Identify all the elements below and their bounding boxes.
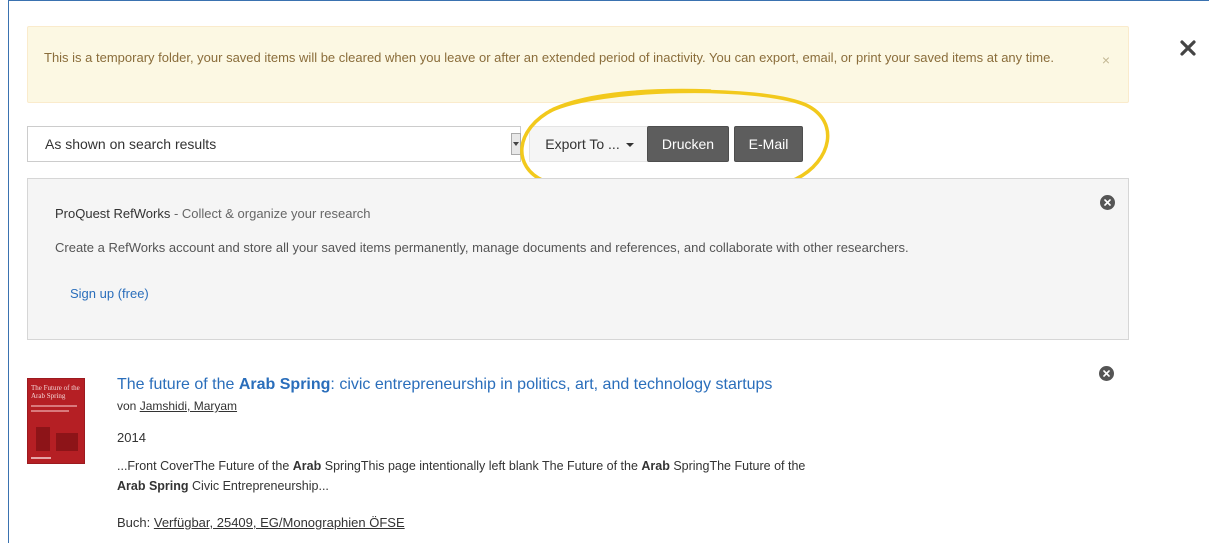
result-title-start: The future of the bbox=[117, 376, 239, 393]
result-availability: Buch: Verfügbar, 25409, EG/Monographien … bbox=[117, 515, 405, 530]
close-icon bbox=[1180, 40, 1196, 56]
refworks-brand: ProQuest RefWorks bbox=[55, 206, 171, 221]
email-button[interactable]: E-Mail bbox=[734, 126, 803, 162]
book-cover-thumbnail[interactable]: The Future of the Arab Spring bbox=[27, 378, 85, 464]
caret-down-icon bbox=[625, 142, 634, 147]
refworks-description: Create a RefWorks account and store all … bbox=[55, 240, 909, 255]
availability-link[interactable]: Verfügbar, 25409, EG/Monographien ÖFSE bbox=[154, 515, 405, 530]
refworks-promo-panel: ProQuest RefWorks - Collect & organize y… bbox=[27, 178, 1129, 340]
refworks-close-button[interactable] bbox=[1100, 195, 1115, 210]
notice-dismiss-button[interactable]: × bbox=[1102, 49, 1110, 71]
citation-format-value: As shown on search results bbox=[45, 136, 217, 152]
refworks-heading: ProQuest RefWorks - Collect & organize y… bbox=[55, 206, 371, 221]
notice-text: This is a temporary folder, your saved i… bbox=[44, 50, 1054, 65]
author-prefix: von bbox=[117, 399, 140, 413]
refworks-tagline: - Collect & organize your research bbox=[170, 206, 371, 221]
modal-close-button[interactable] bbox=[1171, 31, 1205, 65]
snippet-highlight: Arab bbox=[641, 459, 670, 473]
result-title-link[interactable]: The future of the Arab Spring: civic ent… bbox=[117, 376, 772, 394]
circle-close-icon bbox=[1104, 199, 1111, 206]
result-title-highlight: Arab Spring bbox=[238, 376, 331, 393]
author-link[interactable]: Jamshidi, Maryam bbox=[140, 399, 237, 413]
result-title-end: : civic entrepreneurship in politics, ar… bbox=[330, 376, 773, 393]
result-author: von Jamshidi, Maryam bbox=[117, 399, 237, 413]
availability-prefix: Buch: bbox=[117, 515, 154, 530]
export-to-button[interactable]: Export To ... bbox=[529, 126, 650, 162]
remove-item-button[interactable] bbox=[1099, 366, 1114, 381]
snippet-text: ...Front CoverThe Future of the bbox=[117, 459, 293, 473]
book-cover-text: The Future of the Arab Spring bbox=[31, 384, 80, 400]
saved-items-modal: This is a temporary folder, your saved i… bbox=[8, 0, 1209, 543]
result-year: 2014 bbox=[117, 430, 146, 445]
snippet-highlight: Arab bbox=[292, 459, 322, 473]
result-snippet: ...Front CoverThe Future of the Arab Spr… bbox=[117, 456, 837, 496]
refworks-signup-link[interactable]: Sign up (free) bbox=[70, 286, 149, 301]
print-button[interactable]: Drucken bbox=[647, 126, 729, 162]
snippet-text: SpringThis page intentionally left blank… bbox=[321, 459, 642, 473]
temporary-folder-notice: This is a temporary folder, your saved i… bbox=[27, 26, 1129, 103]
chevron-down-icon bbox=[511, 133, 521, 155]
snippet-text: SpringThe Future of the bbox=[669, 459, 806, 473]
citation-format-select[interactable]: As shown on search results bbox=[27, 126, 521, 162]
circle-close-icon bbox=[1103, 370, 1110, 377]
snippet-text: Civic Entrepreneurship... bbox=[188, 479, 329, 493]
snippet-highlight: Arab Spring bbox=[117, 479, 189, 493]
export-to-label: Export To ... bbox=[545, 136, 620, 152]
